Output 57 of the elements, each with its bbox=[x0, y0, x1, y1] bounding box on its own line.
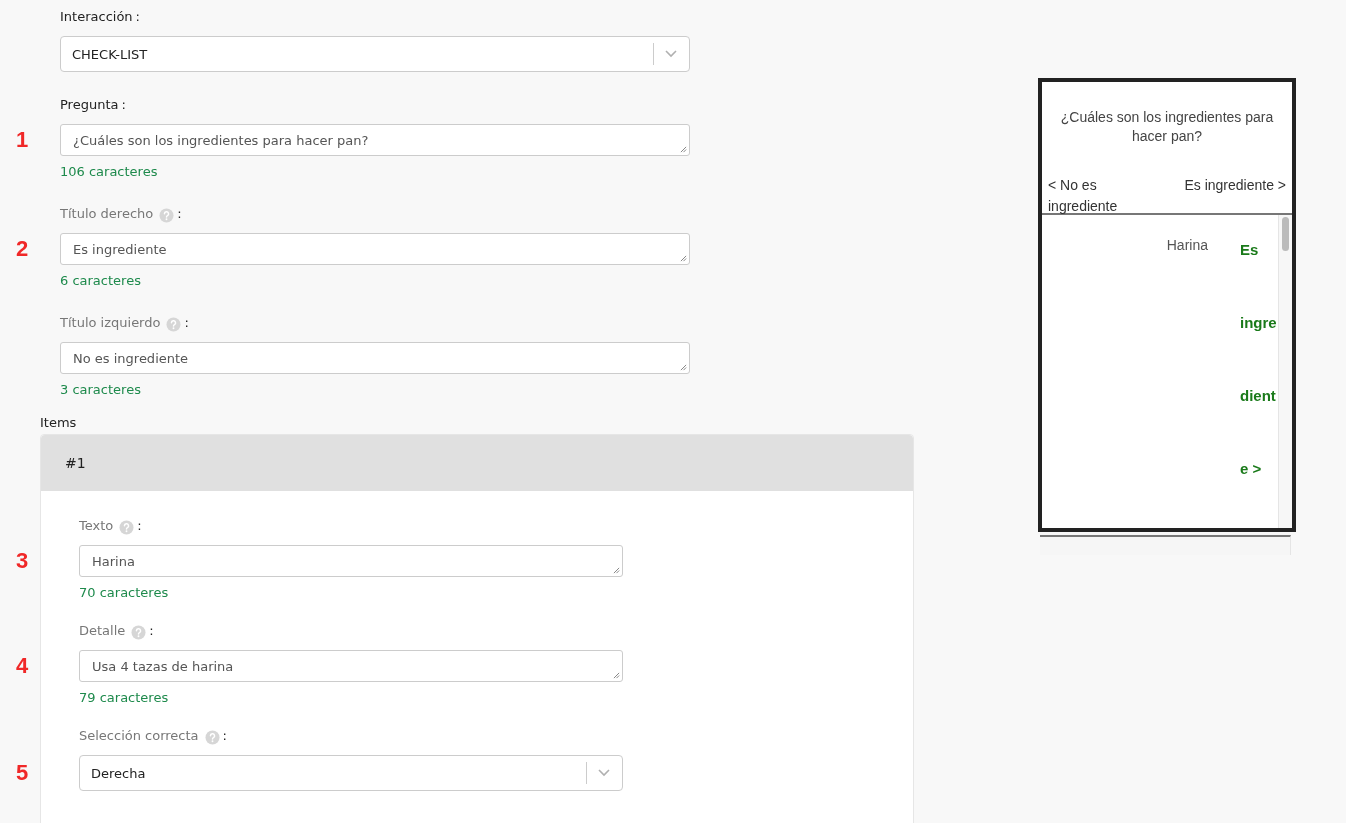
help-icon[interactable] bbox=[159, 207, 175, 223]
step-number: 2 bbox=[16, 236, 30, 262]
help-icon[interactable] bbox=[131, 624, 147, 640]
preview-question: ¿Cuáles son los ingredientes para hacer pan? bbox=[1059, 108, 1275, 146]
text-field[interactable]: Harina bbox=[79, 545, 623, 577]
colon: : bbox=[121, 96, 126, 112]
resize-grip-icon[interactable] bbox=[613, 672, 620, 679]
answer-text: dient bbox=[1240, 387, 1277, 406]
field-label: Título izquierdo bbox=[60, 314, 161, 330]
chevron-down-icon[interactable] bbox=[665, 50, 677, 58]
step-number: 4 bbox=[16, 653, 30, 679]
field-label: Título derecho bbox=[60, 205, 154, 221]
resize-grip-icon[interactable] bbox=[613, 567, 620, 574]
field-label: Pregunta bbox=[60, 96, 119, 112]
resize-grip-icon[interactable] bbox=[680, 146, 687, 153]
select-field[interactable]: Derecha bbox=[79, 755, 623, 791]
step-number: 5 bbox=[16, 760, 30, 786]
character-count: 106 caracteres bbox=[60, 164, 159, 179]
colon: : bbox=[137, 517, 142, 533]
text-field[interactable]: Usa 4 tazas de harina bbox=[79, 650, 623, 682]
help-icon[interactable] bbox=[166, 316, 182, 332]
colon: : bbox=[135, 8, 140, 24]
step-number: 3 bbox=[16, 548, 30, 574]
text-field[interactable]: Es ingrediente bbox=[60, 233, 690, 265]
text-field[interactable]: No es ingrediente bbox=[60, 342, 690, 374]
colon: : bbox=[222, 727, 227, 743]
resize-grip-icon[interactable] bbox=[680, 255, 687, 262]
answer-text: ingre bbox=[1240, 314, 1278, 333]
left-title: < No es ingrediente bbox=[1048, 176, 1119, 216]
card-title: #1 bbox=[65, 455, 86, 471]
character-count: 79 caracteres bbox=[79, 690, 170, 705]
resize-grip-icon[interactable] bbox=[680, 364, 687, 371]
colon: : bbox=[177, 205, 182, 221]
help-icon[interactable] bbox=[204, 729, 220, 745]
select-field[interactable]: CHECK-LIST bbox=[60, 36, 690, 72]
card-header[interactable]: #1 bbox=[41, 435, 913, 491]
scrollbar-thumb[interactable] bbox=[1282, 217, 1289, 251]
character-count: 3 caracteres bbox=[60, 382, 142, 397]
character-count: 6 caracteres bbox=[60, 273, 142, 288]
help-icon[interactable] bbox=[119, 519, 135, 535]
field-label: Selección correcta bbox=[79, 727, 199, 743]
right-title: Es ingrediente > bbox=[1184, 176, 1286, 195]
section-label: Items bbox=[40, 415, 78, 430]
field-label: Interacción bbox=[60, 8, 133, 24]
colon: : bbox=[149, 622, 154, 638]
field-label: Detalle bbox=[79, 622, 126, 638]
chevron-down-icon[interactable] bbox=[598, 769, 610, 777]
field-label: Texto bbox=[79, 517, 114, 533]
colon: : bbox=[184, 314, 189, 330]
answer-text: Es bbox=[1240, 241, 1260, 260]
step-number: 1 bbox=[16, 127, 30, 153]
answer-text: e > bbox=[1240, 460, 1263, 479]
character-count: 70 caracteres bbox=[79, 585, 170, 600]
select-value: CHECK-LIST bbox=[72, 46, 149, 62]
select-value: Derecha bbox=[91, 765, 147, 781]
item-text: Harina bbox=[1166, 237, 1208, 255]
text-field[interactable]: ¿Cuáles son los ingredientes para hacer pan? bbox=[60, 124, 690, 156]
